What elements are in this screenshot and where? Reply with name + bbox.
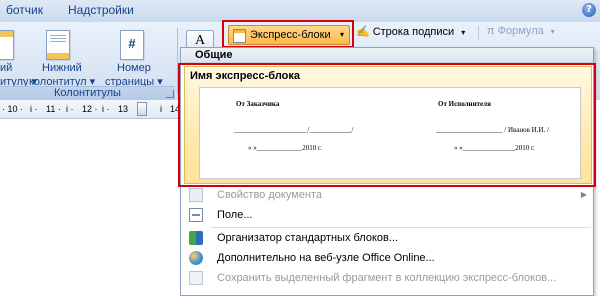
footer-button-label-1: Нижний: [42, 62, 82, 74]
footer-button[interactable]: [28, 30, 88, 60]
menu-item-label: Поле...: [217, 209, 253, 221]
footer-icon: [46, 30, 70, 60]
gallery-section-header: Общие: [181, 48, 593, 63]
header-footer-group-footer: Колонтитулы: [0, 86, 175, 101]
ruler-mark: · 10 ·: [2, 104, 24, 114]
ruler-mark: 11 ·: [46, 104, 61, 114]
chevron-down-icon: ▾: [550, 27, 555, 36]
menu-item-field[interactable]: Поле...: [181, 205, 593, 225]
field-icon: [189, 208, 203, 222]
ruler-mark: i: [160, 104, 162, 114]
page-number-button[interactable]: #: [102, 30, 162, 60]
group-title: Колонтитулы: [54, 87, 121, 99]
menu-item-document-property[interactable]: Свойство документа ▶: [181, 185, 593, 205]
menu-item-office-online[interactable]: Дополнительно на веб-узле Office Online.…: [181, 248, 593, 268]
submenu-arrow-icon: ▶: [580, 190, 587, 199]
dialog-launcher-icon[interactable]: [166, 90, 174, 98]
chevron-down-icon: ▾: [461, 28, 466, 37]
ruler-mark: i ·: [102, 104, 110, 114]
signature-pen-icon: ✍: [356, 26, 370, 38]
horizontal-ruler[interactable]: · 10 · i · 11 · i · 12 · i · 13 i 14: [0, 100, 182, 119]
menu-item-building-blocks-organizer[interactable]: Организатор стандартных блоков...: [181, 228, 593, 248]
ruler-mark: i ·: [66, 104, 74, 114]
header-button-label-1: ий: [0, 62, 13, 74]
header-button[interactable]: [0, 30, 18, 60]
highlight-quick-parts: [222, 20, 354, 48]
tab-addins[interactable]: Надстройки: [68, 3, 134, 17]
section-title: Общие: [195, 49, 233, 61]
quick-parts-dropdown: Общие Имя экспресс-блока От Заказчика От…: [178, 47, 596, 296]
signature-label: Строка подписи: [372, 26, 455, 38]
indent-marker[interactable]: [137, 102, 147, 116]
page-number-icon: #: [120, 30, 144, 60]
menu-item-label: Свойство документа: [217, 189, 322, 201]
equation-button[interactable]: π Формула ▾: [487, 25, 555, 37]
save-selection-icon: [189, 271, 203, 285]
ruler-mark: i ·: [30, 104, 38, 114]
equation-label: π Формула: [487, 25, 544, 37]
toolbar-separator: [478, 26, 479, 40]
page-number-label-1: Номер: [117, 62, 151, 74]
menu-item-save-selection[interactable]: Сохранить выделенный фрагмент в коллекци…: [181, 268, 593, 288]
tab-developer[interactable]: ботчик: [6, 3, 43, 17]
ruler-mark: 12 ·: [82, 104, 98, 114]
document-property-icon: [189, 188, 203, 202]
menu-item-label: Организатор стандартных блоков...: [217, 232, 399, 244]
header-icon: [0, 30, 14, 60]
building-blocks-organizer-icon: [189, 231, 203, 245]
highlight-building-block: [178, 63, 596, 187]
web-globe-icon: [189, 251, 203, 265]
signature-line-button[interactable]: ✍ Строка подписи ▾: [356, 25, 465, 38]
hash-glyph: #: [128, 36, 136, 51]
help-icon[interactable]: ?: [582, 3, 596, 17]
ruler-mark: 13: [118, 104, 129, 114]
menu-item-label: Сохранить выделенный фрагмент в коллекци…: [217, 272, 557, 284]
menu-item-label: Дополнительно на веб-узле Office Online.…: [217, 252, 435, 264]
